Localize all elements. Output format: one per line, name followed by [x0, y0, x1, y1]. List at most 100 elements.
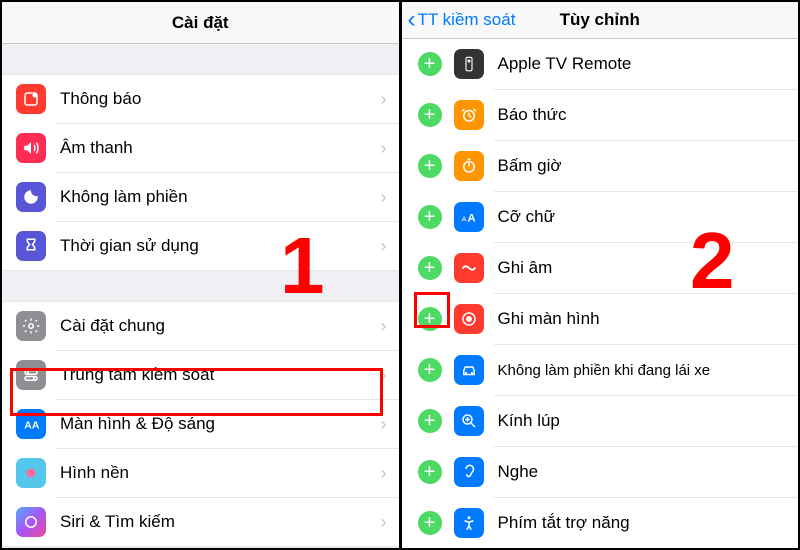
screen-record-icon: [454, 304, 484, 334]
add-button[interactable]: +: [418, 52, 442, 76]
accessibility-icon: [454, 508, 484, 538]
hearing-icon: [454, 457, 484, 487]
row-control-center[interactable]: Trung tâm kiềm soát ›: [2, 351, 399, 399]
page-title: Tùy chỉnh: [560, 10, 640, 30]
row-label: Nghe: [498, 462, 799, 482]
plus-icon: +: [424, 513, 436, 533]
row-accessibility[interactable]: + Phím tắt trợ năng: [402, 498, 799, 548]
add-button[interactable]: +: [418, 358, 442, 382]
general-icon: [16, 311, 46, 341]
row-label: Apple TV Remote: [498, 54, 799, 74]
plus-icon: +: [424, 54, 436, 74]
back-label: TT kiềm soát: [418, 10, 516, 30]
spacer: [2, 271, 399, 301]
row-label: Âm thanh: [60, 138, 381, 158]
plus-icon: +: [424, 462, 436, 482]
plus-icon: +: [424, 309, 436, 329]
row-label: Kính lúp: [498, 411, 799, 431]
svg-text:A: A: [461, 215, 466, 224]
row-label: Cỡ chữ: [498, 207, 799, 227]
row-screen-record[interactable]: + Ghi màn hình: [402, 294, 799, 344]
add-button[interactable]: +: [418, 307, 442, 331]
chevron-right-icon: ›: [381, 89, 387, 110]
row-display[interactable]: AA Màn hình & Độ sáng ›: [2, 400, 399, 448]
driving-icon: [454, 355, 484, 385]
timer-icon: [454, 151, 484, 181]
page-title: Cài đặt: [172, 13, 229, 33]
row-label: Không làm phiền: [60, 187, 381, 207]
row-magnifier[interactable]: + Kính lúp: [402, 396, 799, 446]
settings-group-1: Thông báo › Âm thanh › Không làm phiền ›: [2, 74, 399, 271]
add-button[interactable]: +: [418, 460, 442, 484]
row-apple-tv-remote[interactable]: + Apple TV Remote: [402, 39, 799, 89]
chevron-right-icon: ›: [381, 138, 387, 159]
row-siri[interactable]: Siri & Tìm kiếm ›: [2, 498, 399, 546]
customize-list: + Apple TV Remote + Báo thức + Bấm giờ +…: [402, 39, 799, 548]
chevron-right-icon: ›: [381, 414, 387, 435]
row-wallpaper[interactable]: Hình nền ›: [2, 449, 399, 497]
magnifier-icon: [454, 406, 484, 436]
row-textsize[interactable]: + AA Cỡ chữ: [402, 192, 799, 242]
row-dnd[interactable]: Không làm phiền ›: [2, 173, 399, 221]
row-screentime[interactable]: Thời gian sử dụng ›: [2, 222, 399, 270]
row-notifications[interactable]: Thông báo ›: [2, 75, 399, 123]
row-label: Không làm phiền khi đang lái xe: [498, 362, 799, 379]
add-button[interactable]: +: [418, 511, 442, 535]
back-button[interactable]: ‹ TT kiềm soát: [408, 8, 516, 32]
row-label: Thời gian sử dụng: [60, 236, 381, 256]
settings-group-2: Cài đặt chung › Trung tâm kiềm soát › AA…: [2, 301, 399, 547]
svg-text:A: A: [467, 213, 475, 225]
chevron-right-icon: ›: [381, 512, 387, 533]
row-driving[interactable]: + Không làm phiền khi đang lái xe: [402, 345, 799, 395]
add-button[interactable]: +: [418, 103, 442, 127]
plus-icon: +: [424, 105, 436, 125]
row-label: Siri & Tìm kiếm: [60, 512, 381, 532]
svg-text:AA: AA: [24, 420, 40, 432]
row-label: Phím tắt trợ năng: [498, 513, 799, 533]
row-label: Ghi màn hình: [498, 309, 799, 329]
row-label: Màn hình & Độ sáng: [60, 414, 381, 434]
row-label: Ghi âm: [498, 258, 799, 278]
control-center-icon: [16, 360, 46, 390]
row-hearing[interactable]: + Nghe: [402, 447, 799, 497]
row-timer[interactable]: + Bấm giờ: [402, 141, 799, 191]
wallpaper-icon: [16, 458, 46, 488]
plus-icon: +: [424, 258, 436, 278]
dnd-icon: [16, 182, 46, 212]
add-button[interactable]: +: [418, 205, 442, 229]
remote-icon: [454, 49, 484, 79]
chevron-right-icon: ›: [381, 463, 387, 484]
voice-memo-icon: [454, 253, 484, 283]
customize-pane: ‹ TT kiềm soát Tùy chỉnh + Apple TV Remo…: [402, 2, 799, 548]
row-label: Cài đặt chung: [60, 316, 381, 336]
chevron-left-icon: ‹: [408, 8, 416, 32]
row-label: Hình nền: [60, 463, 381, 483]
row-sound[interactable]: Âm thanh ›: [2, 124, 399, 172]
chevron-right-icon: ›: [381, 187, 387, 208]
row-label: Trung tâm kiềm soát: [60, 365, 381, 385]
settings-pane: Cài đặt Thông báo › Âm thanh ›: [2, 2, 402, 548]
screentime-icon: [16, 231, 46, 261]
plus-icon: +: [424, 207, 436, 227]
row-label: Bấm giờ: [498, 156, 799, 176]
siri-icon: [16, 507, 46, 537]
plus-icon: +: [424, 360, 436, 380]
add-button[interactable]: +: [418, 256, 442, 280]
chevron-right-icon: ›: [381, 365, 387, 386]
spacer: [2, 44, 399, 74]
row-general[interactable]: Cài đặt chung ›: [2, 302, 399, 350]
row-label: Báo thức: [498, 105, 799, 125]
chevron-right-icon: ›: [381, 236, 387, 257]
add-button[interactable]: +: [418, 409, 442, 433]
plus-icon: +: [424, 156, 436, 176]
add-button[interactable]: +: [418, 154, 442, 178]
display-icon: AA: [16, 409, 46, 439]
chevron-right-icon: ›: [381, 316, 387, 337]
navbar-left: Cài đặt: [2, 2, 399, 44]
row-voice-memo[interactable]: + Ghi âm: [402, 243, 799, 293]
sound-icon: [16, 133, 46, 163]
textsize-icon: AA: [454, 202, 484, 232]
plus-icon: +: [424, 411, 436, 431]
row-label: Thông báo: [60, 89, 381, 109]
row-alarm[interactable]: + Báo thức: [402, 90, 799, 140]
